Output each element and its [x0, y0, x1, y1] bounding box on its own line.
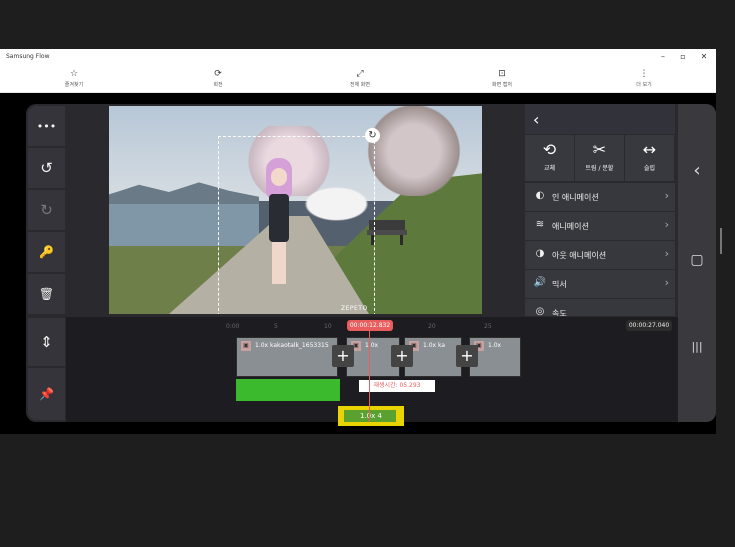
out-animation-row[interactable]: ◑ 아웃 애니메이션 ›: [525, 241, 675, 269]
rotate-button[interactable]: ⟳ 회전: [188, 69, 248, 88]
capture-button[interactable]: ⊡ 화면 캡처: [472, 69, 532, 88]
more-label: 더 보기: [636, 82, 652, 88]
rotate-label: 회전: [213, 82, 223, 88]
panel-header: ‹: [525, 104, 675, 134]
rotate-icon: ⟳: [214, 69, 222, 79]
ruler-tick: 5: [274, 323, 278, 330]
in-animation-row[interactable]: ◐ 인 애니메이션 ›: [525, 183, 675, 211]
close-button[interactable]: ✕: [699, 52, 709, 61]
star-icon: ☆: [69, 69, 79, 79]
capture-icon: ⊡: [498, 69, 506, 79]
redo-button[interactable]: ↻: [28, 190, 65, 230]
timeline-expand-button[interactable]: ⇕: [28, 318, 65, 366]
clip-label: 1.0x: [365, 342, 379, 349]
phone-screen: ••• ↺ ↻ 🔑 🗑 ⇕ 📌 ↻ ZEPETO ‹ ⟲ 교체 ✂ 트림 / 분…: [26, 104, 716, 426]
samsung-flow-window: Samsung Flow – ▫ ✕ ☆ 즐겨찾기 ⟳ 회전 ⤢ 전체 화면 ⊡…: [0, 49, 716, 434]
current-time: 00:00:12.832: [347, 320, 393, 331]
video-clip[interactable]: ▣ 1.0x kakaotalk_1653315: [236, 337, 338, 377]
nav-recents-icon[interactable]: |||: [678, 340, 716, 353]
animation-icon: ≋: [535, 219, 545, 230]
layer-selection-box[interactable]: [218, 136, 375, 314]
panel-tools: ⟲ 교체 ✂ 트림 / 분할 ↔ 슬립: [525, 135, 675, 181]
more-menu-button[interactable]: •••: [28, 106, 65, 146]
slip-icon: ↔: [642, 140, 657, 159]
ruler-tick: 0:00: [226, 323, 240, 330]
fullscreen-label: 전체 화면: [350, 82, 370, 88]
nav-back-icon[interactable]: ‹: [678, 160, 716, 181]
speed-row[interactable]: ◎ 속도: [525, 299, 675, 316]
window-title: Samsung Flow: [6, 53, 50, 60]
ruler-tick: 20: [428, 323, 436, 330]
mixer-row[interactable]: 🔊 믹서 ›: [525, 270, 675, 298]
in-animation-label: 인 애니메이션: [552, 193, 599, 202]
animation-label: 애니메이션: [552, 222, 589, 231]
timeline[interactable]: 0:00 5 10 15 20 25 00:00:12.832 00:00:27…: [66, 317, 678, 426]
chevron-right-icon: ›: [664, 276, 669, 289]
pin-button[interactable]: 📌: [28, 368, 65, 420]
options-panel: ‹ ⟲ 교체 ✂ 트림 / 분할 ↔ 슬립 ◐ 인 애니메이션 › ≋ 애니메이…: [525, 104, 675, 316]
watermark: ZEPETO: [341, 305, 368, 312]
delete-button[interactable]: 🗑: [28, 274, 65, 314]
slip-label: 슬립: [643, 165, 656, 172]
clip-label: 1.0x kakaotalk_1653315: [255, 342, 329, 349]
animation-row[interactable]: ≋ 애니메이션 ›: [525, 212, 675, 240]
ruler-tick: 10: [324, 323, 332, 330]
total-time: 00:00:27.040: [626, 320, 672, 331]
replace-icon: ⟲: [542, 140, 557, 159]
speed-icon: ◎: [535, 306, 545, 316]
clip-label: 1.0x: [488, 342, 502, 349]
add-transition-button[interactable]: +: [456, 345, 478, 367]
chevron-right-icon: ›: [664, 247, 669, 260]
favorites-button[interactable]: ☆ 즐겨찾기: [44, 69, 104, 88]
left-toolbar: ••• ↺ ↻ 🔑 🗑 ⇕ 📌: [28, 104, 65, 422]
duration-tooltip: 재생시간: 05.293: [359, 380, 435, 392]
ruler-tick: 25: [484, 323, 492, 330]
android-nav-bar: ‹ ▢ |||: [678, 104, 716, 422]
keyframe-button[interactable]: 🔑: [28, 232, 65, 272]
flow-toolbar: ☆ 즐겨찾기 ⟳ 회전 ⤢ 전체 화면 ⊡ 화면 캡처 ⋮ 더 보기: [0, 65, 716, 93]
back-icon[interactable]: ‹: [533, 110, 539, 129]
selected-layer-clip[interactable]: 1.0x 4: [338, 406, 404, 426]
replace-label: 교체: [543, 165, 556, 172]
speaker-icon: 🔊: [533, 277, 547, 288]
selected-layer-label: 1.0x 4: [344, 410, 396, 422]
green-layer-clip[interactable]: [236, 379, 340, 401]
scissors-icon: ✂: [592, 140, 607, 159]
favorites-label: 즐겨찾기: [64, 82, 84, 88]
replace-button[interactable]: ⟲ 교체: [525, 135, 574, 181]
nav-home-icon[interactable]: ▢: [678, 252, 716, 268]
chevron-right-icon: ›: [664, 189, 669, 202]
add-transition-button[interactable]: +: [332, 345, 354, 367]
fullscreen-button[interactable]: ⤢ 전체 화면: [330, 69, 390, 88]
minimize-button[interactable]: –: [658, 52, 668, 61]
speed-label: 속도: [552, 309, 567, 316]
more-button[interactable]: ⋮ 더 보기: [614, 69, 674, 88]
slip-button[interactable]: ↔ 슬립: [625, 135, 674, 181]
fullscreen-icon: ⤢: [356, 69, 364, 79]
trim-split-button[interactable]: ✂ 트림 / 분할: [575, 135, 624, 181]
chevron-right-icon: ›: [664, 218, 669, 231]
out-animation-icon: ◑: [535, 248, 545, 259]
undo-button[interactable]: ↺: [28, 148, 65, 188]
scroll-edge-handle[interactable]: [720, 228, 722, 254]
capture-label: 화면 캡처: [492, 82, 512, 88]
rotate-handle-icon[interactable]: ↻: [365, 128, 380, 143]
video-preview[interactable]: ↻ ZEPETO: [109, 106, 482, 314]
more-icon: ⋮: [639, 69, 649, 79]
clip-icon: ▣: [241, 341, 251, 351]
in-animation-icon: ◐: [535, 190, 545, 201]
trim-split-label: 트림 / 분할: [585, 165, 614, 172]
clip-label: 1.0x ka: [423, 342, 446, 349]
title-bar: Samsung Flow – ▫ ✕: [0, 49, 716, 65]
add-transition-button[interactable]: +: [391, 345, 413, 367]
out-animation-label: 아웃 애니메이션: [552, 251, 607, 260]
playhead[interactable]: [369, 331, 370, 422]
maximize-button[interactable]: ▫: [678, 52, 688, 61]
mixer-label: 믹서: [552, 280, 567, 289]
